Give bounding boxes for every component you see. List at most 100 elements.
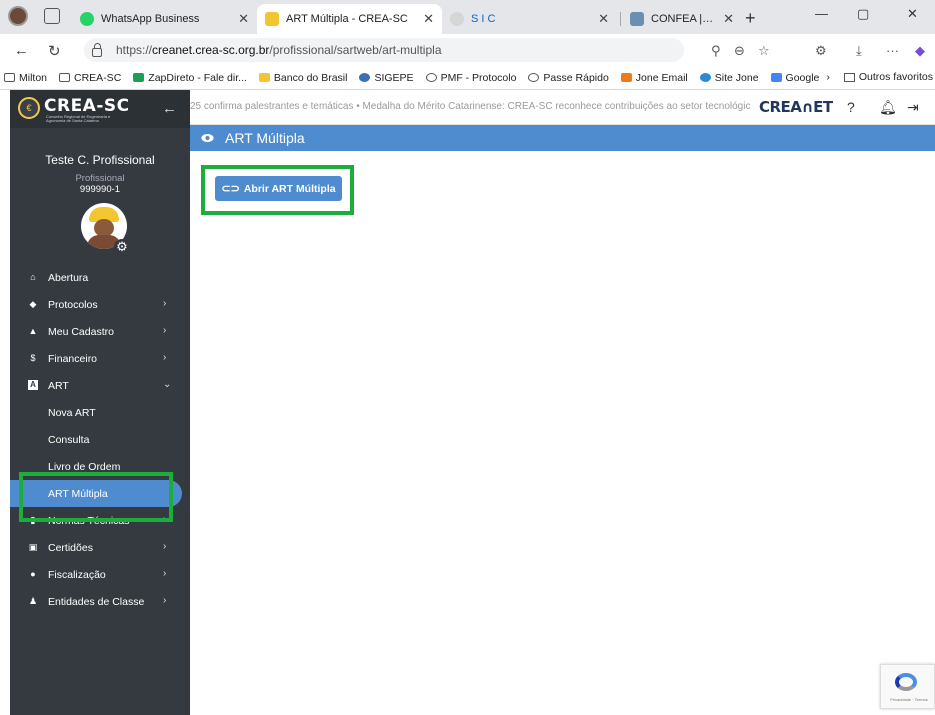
sic-favicon-icon: [450, 12, 464, 26]
check-icon: ●: [30, 569, 36, 579]
reading-mode-icon[interactable]: ⊖: [734, 43, 745, 59]
recaptcha-badge[interactable]: Privacidade · Termos: [880, 664, 935, 709]
chevron-right-icon[interactable]: ›: [826, 71, 830, 83]
top-bar: 25 confirma palestrantes e temáticas • M…: [190, 90, 935, 125]
browser-profile-avatar[interactable]: [8, 6, 28, 26]
tab-whatsapp[interactable]: WhatsApp Business ✕: [72, 4, 257, 34]
window-close-icon[interactable]: ✕: [907, 6, 918, 22]
chevron-right-icon: ›: [163, 514, 167, 525]
sidebar-item-entidades-de-classe[interactable]: ♟ Entidades de Classe ›: [10, 588, 190, 615]
close-icon[interactable]: ✕: [598, 11, 609, 27]
bell-icon[interactable]: 🔔︎: [879, 99, 897, 116]
folder-icon: [843, 72, 855, 82]
main-content: 25 confirma palestrantes e temáticas • M…: [190, 90, 935, 715]
sidebar-item-fiscalizacao[interactable]: ● Fiscalização ›: [10, 561, 190, 588]
window-left-edge: [0, 90, 10, 715]
news-ticker[interactable]: 25 confirma palestrantes e temáticas • M…: [190, 101, 750, 112]
dollar-icon: $: [30, 353, 36, 363]
logo-bar: € CREA-SC Conselho Regional de Engenhari…: [10, 90, 190, 128]
back-icon[interactable]: ←: [14, 42, 29, 59]
chevron-right-icon: ›: [163, 352, 167, 363]
gear-icon[interactable]: ⚙: [114, 239, 130, 255]
folder-icon: [4, 73, 15, 82]
bookmark-link[interactable]: Banco do Brasil: [258, 72, 347, 84]
sidebar-item-normas-tecnicas[interactable]: ▮ Normas Técnicas ›: [10, 507, 190, 534]
site-icon: [699, 73, 711, 82]
page-title: ART Múltipla: [225, 130, 305, 146]
bookmark-link[interactable]: Jone Email: [620, 72, 688, 84]
chevron-right-icon: ›: [163, 325, 167, 336]
globe-icon: [425, 73, 437, 82]
downloads-icon[interactable]: ⤓: [856, 43, 862, 59]
user-id: 999990-1: [79, 184, 121, 195]
copilot-icon[interactable]: ◆: [915, 43, 925, 59]
bookmark-folder[interactable]: Milton: [4, 72, 47, 84]
sidebar-item-abertura[interactable]: ⌂ Abertura: [10, 264, 190, 291]
tab-confea[interactable]: CONFEA | Conselho Federal de ✕: [622, 4, 742, 34]
email-icon: [620, 73, 632, 82]
address-bar-row: ← ↻ https://creanet.crea-sc.org.br/profi…: [0, 34, 935, 66]
confea-favicon-icon: [630, 12, 644, 26]
user-name: Teste C. Profissional: [45, 153, 155, 167]
other-favorites[interactable]: › Outros favoritos: [826, 71, 933, 83]
bookmark-link[interactable]: ZapDireto - Fale dir...: [133, 72, 247, 84]
banco-do-brasil-icon: [258, 73, 270, 82]
logout-icon[interactable]: ⇥: [907, 99, 919, 116]
zoom-icon[interactable]: ⚲: [711, 43, 721, 59]
tab-actions-icon[interactable]: [44, 8, 60, 24]
bookmark-folder[interactable]: CREA-SC: [59, 72, 121, 84]
tab-art-multipla[interactable]: ART Múltipla - CREA-SC ✕: [257, 4, 442, 34]
sidebar-item-nova-art[interactable]: Nova ART: [10, 399, 190, 426]
chevron-right-icon: ›: [163, 298, 167, 309]
more-menu-icon[interactable]: ···: [886, 43, 899, 58]
globe-icon: [528, 73, 540, 82]
user-panel: Teste C. Profissional Profissional 99999…: [10, 128, 190, 262]
recaptcha-icon: [895, 673, 917, 691]
logo-subtitle: Conselho Regional de Engenharia e Agrono…: [46, 114, 111, 123]
user-role: Profissional: [75, 173, 125, 184]
art-icon: A: [28, 380, 38, 390]
tab-sic[interactable]: S I C ✕: [442, 4, 617, 34]
sidebar-item-art-multipla[interactable]: ART Múltipla: [10, 480, 182, 507]
lock-icon: [92, 42, 102, 57]
bookmark-link[interactable]: Site Jone: [699, 72, 759, 84]
page-header: ART Múltipla: [190, 125, 935, 151]
eye-icon: [201, 133, 214, 143]
bookmark-link[interactable]: Google: [770, 72, 819, 84]
document-icon: ▮: [30, 515, 36, 525]
url-field[interactable]: https://creanet.crea-sc.org.br/profissio…: [84, 38, 684, 62]
sidebar-item-certidoes[interactable]: ▣ Certidões ›: [10, 534, 190, 561]
google-icon: [770, 73, 782, 82]
bookmark-link[interactable]: SIGEPE: [359, 72, 414, 84]
certificate-icon: ▣: [28, 542, 38, 552]
extensions-icon[interactable]: ⚙: [815, 43, 827, 59]
page: € CREA-SC Conselho Regional de Engenhari…: [10, 90, 935, 715]
help-icon[interactable]: ?: [847, 99, 855, 115]
sidebar-item-protocolos[interactable]: ◆ Protocolos ›: [10, 291, 190, 318]
browser-tab-bar: WhatsApp Business ✕ ART Múltipla - CREA-…: [0, 0, 935, 34]
maximize-icon[interactable]: ▢: [857, 6, 869, 22]
favorite-star-icon[interactable]: ☆: [758, 43, 770, 59]
sidebar-item-financeiro[interactable]: $ Financeiro ›: [10, 345, 190, 372]
minimize-icon[interactable]: —: [815, 6, 828, 21]
sidebar-item-livro-de-ordem[interactable]: Livro de Ordem: [10, 453, 190, 480]
bookmark-link[interactable]: Passe Rápido: [528, 72, 609, 84]
new-tab-icon[interactable]: +: [745, 8, 756, 29]
sidebar-item-art[interactable]: A ART ⌄: [10, 372, 190, 399]
logo[interactable]: CREA-SC: [44, 96, 130, 116]
crea-seal-icon: €: [18, 97, 40, 119]
sidebar-item-consulta[interactable]: Consulta: [10, 426, 190, 453]
collapse-sidebar-icon[interactable]: ←: [162, 100, 177, 117]
home-icon: ⌂: [30, 272, 36, 282]
close-icon[interactable]: ✕: [423, 11, 434, 27]
close-icon[interactable]: ✕: [238, 11, 249, 27]
bookmark-link[interactable]: PMF - Protocolo: [425, 72, 516, 84]
close-icon[interactable]: ✕: [723, 11, 734, 27]
open-art-multipla-button[interactable]: ⊂⊃ Abrir ART Múltipla: [215, 176, 342, 201]
chevron-right-icon: ›: [163, 568, 167, 579]
folder-icon: [59, 73, 71, 82]
tab-separator: [620, 12, 621, 26]
reload-icon[interactable]: ↻: [48, 42, 61, 60]
sidebar-item-meu-cadastro[interactable]: ▲ Meu Cadastro ›: [10, 318, 190, 345]
recaptcha-terms: Privacidade · Termos: [890, 697, 928, 702]
